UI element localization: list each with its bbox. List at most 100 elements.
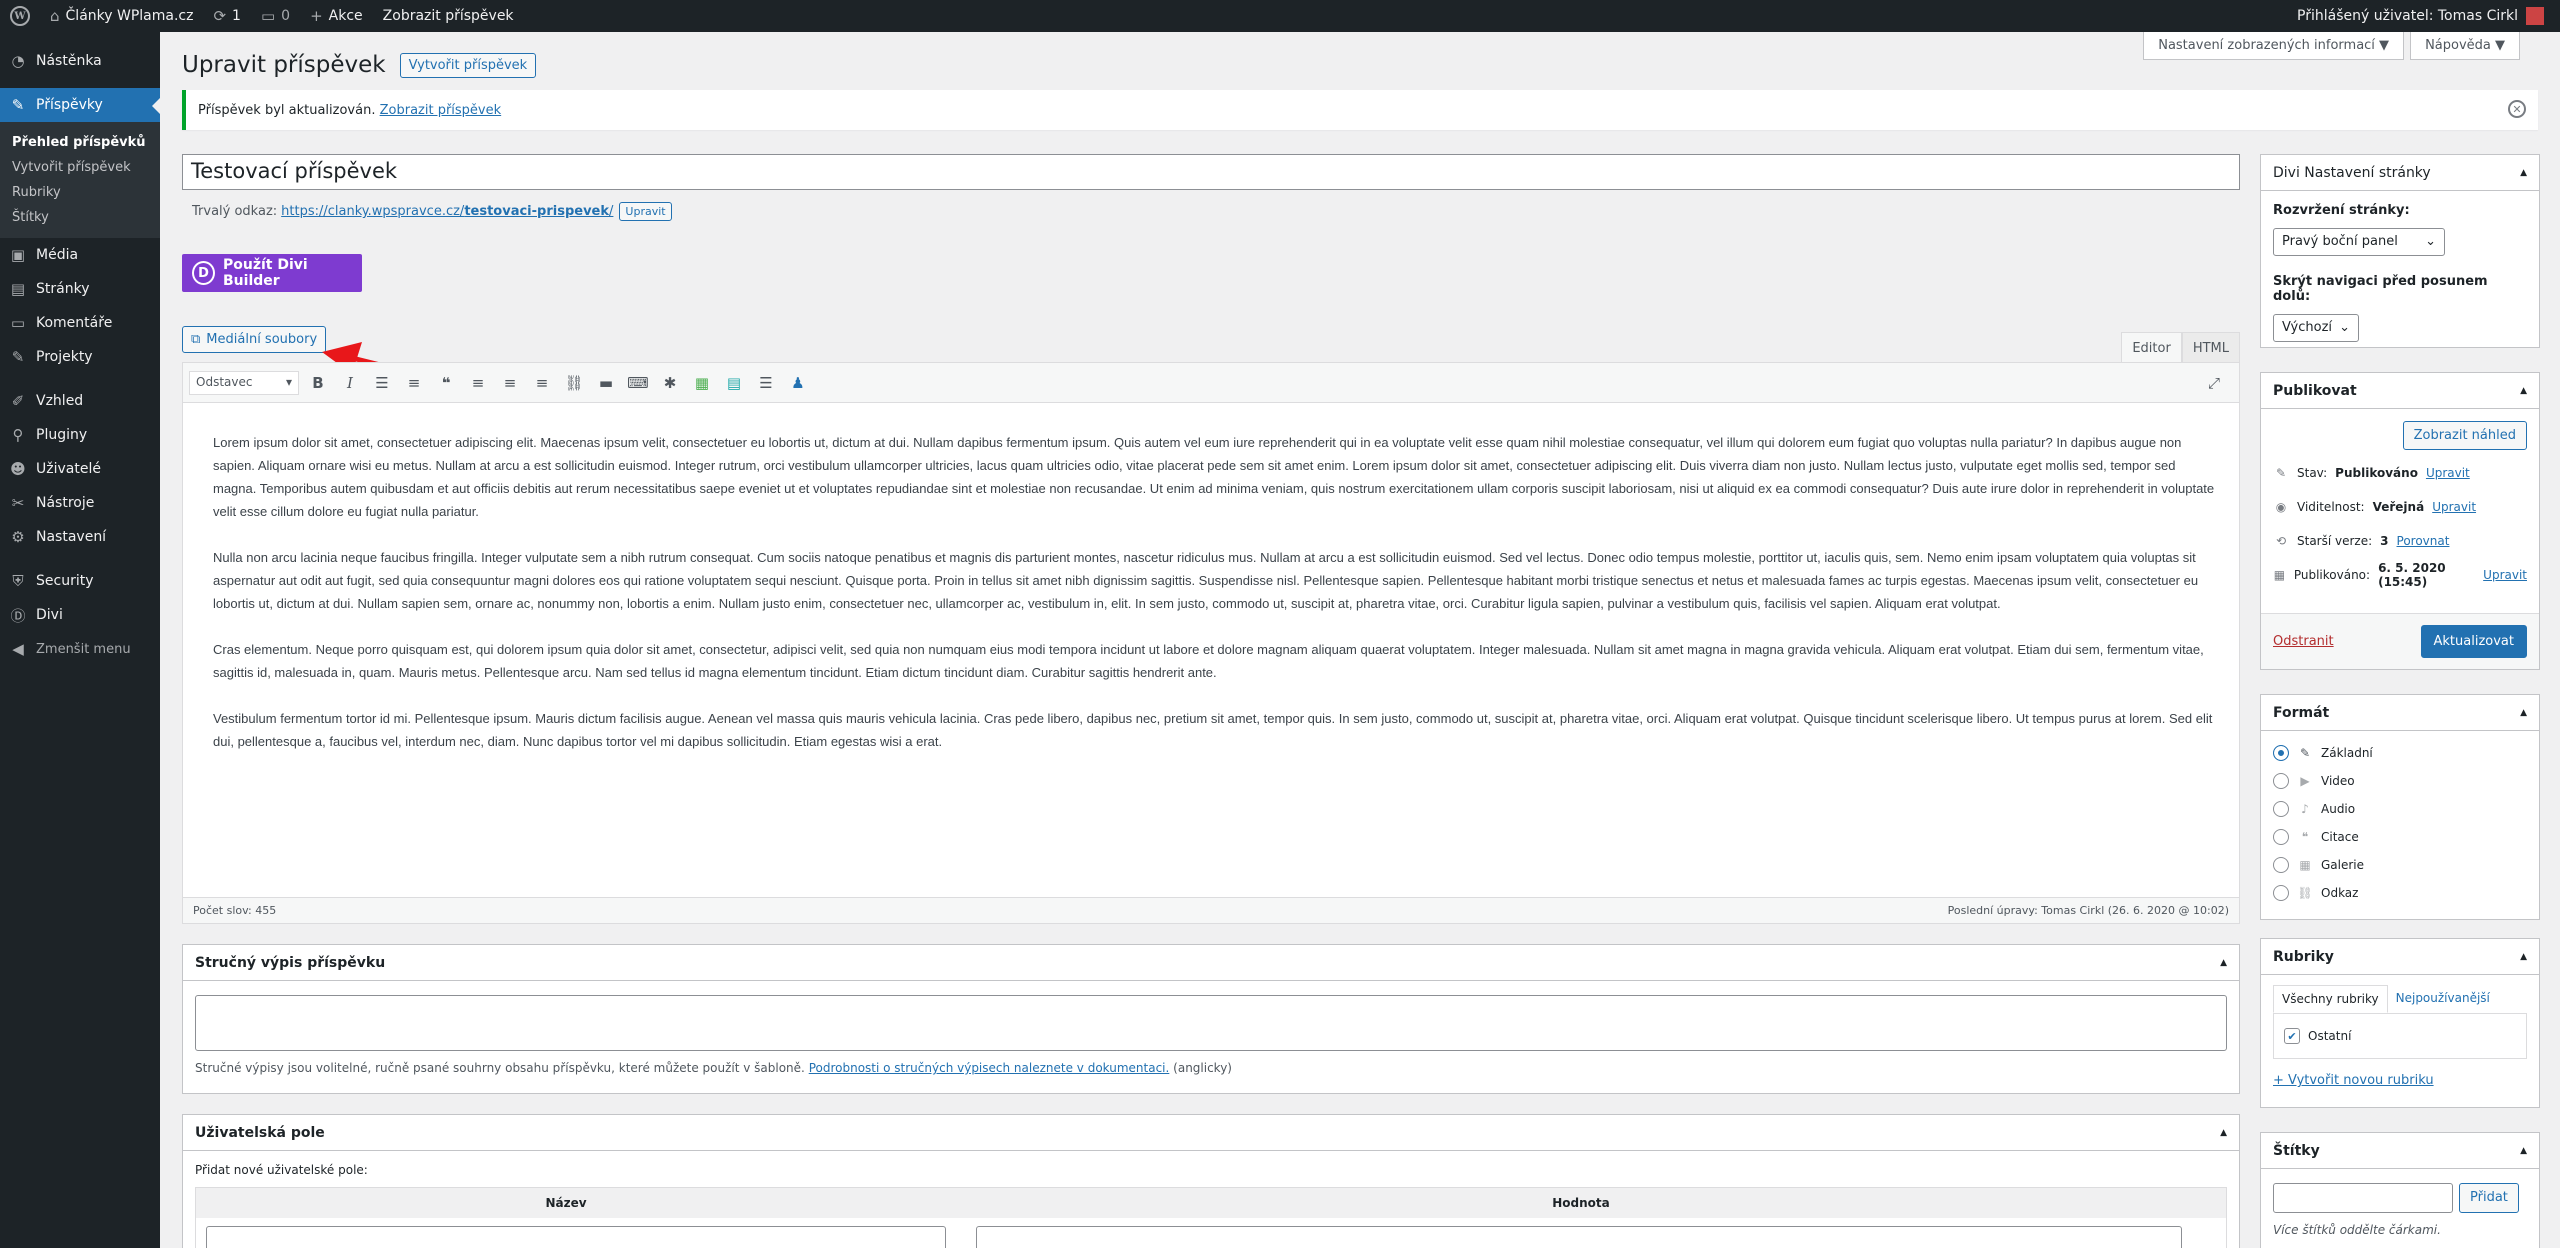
tags-header[interactable]: Štítky ▲ xyxy=(2261,1133,2539,1169)
bullet-list-icon[interactable]: ☰ xyxy=(369,370,395,396)
format-option-standard[interactable]: ✎ Základní xyxy=(2261,739,2539,767)
format-option-link[interactable]: ⛓ Odkaz xyxy=(2261,879,2539,907)
align-center-icon[interactable]: ≡ xyxy=(497,370,523,396)
updates-link[interactable]: ⟳ 1 xyxy=(203,0,251,32)
excerpt-docs-link[interactable]: Podrobnosti o stručných výpisech nalezne… xyxy=(809,1061,1170,1075)
sidebar-item-appearance[interactable]: ✐ Vzhled xyxy=(0,384,160,418)
divi-builder-button[interactable]: D Použít Divi Builder xyxy=(182,254,362,292)
post-title-input[interactable]: Testovací příspěvek xyxy=(182,154,2240,190)
add-media-button[interactable]: ⧉ Mediální soubory xyxy=(182,326,327,353)
collapse-icon[interactable]: ▲ xyxy=(2520,708,2527,718)
categories-header[interactable]: Rubriky ▲ xyxy=(2261,939,2539,975)
view-post-link[interactable]: Zobrazit příspěvek xyxy=(373,0,524,32)
sidebar-item-comments[interactable]: ▭ Komentáře xyxy=(0,306,160,340)
blockquote-icon[interactable]: ❝ xyxy=(433,370,459,396)
layout-icon[interactable]: ▤ xyxy=(721,370,747,396)
wp-logo-menu[interactable]: W xyxy=(0,0,40,32)
collapse-icon[interactable]: ▲ xyxy=(2520,168,2527,178)
numbered-list-icon[interactable]: ≡ xyxy=(401,370,427,396)
edit-date-link[interactable]: Upravit xyxy=(2483,568,2527,582)
category-checkbox[interactable]: ✔ xyxy=(2284,1028,2300,1044)
person-icon[interactable]: ♟ xyxy=(785,370,811,396)
dismiss-icon[interactable]: ✕ xyxy=(2508,100,2526,118)
bold-icon[interactable]: B xyxy=(305,370,331,396)
add-new-post-button[interactable]: Vytvořit příspěvek xyxy=(399,52,537,78)
radio-button[interactable] xyxy=(2273,857,2289,873)
sidebar-collapse-menu[interactable]: ◀ Zmenšit menu xyxy=(0,632,160,666)
format-select[interactable]: Odstavec ▾ xyxy=(189,370,299,395)
radio-button[interactable] xyxy=(2273,801,2289,817)
custom-fields-header[interactable]: Uživatelská pole ▲ xyxy=(183,1115,2239,1151)
collapse-icon[interactable]: ▲ xyxy=(2520,952,2527,962)
read-more-icon[interactable]: ▬ xyxy=(593,370,619,396)
edit-status-link[interactable]: Upravit xyxy=(2426,466,2470,480)
sidebar-item-pages[interactable]: ▤ Stránky xyxy=(0,272,160,306)
collapse-icon[interactable]: ▲ xyxy=(2520,1146,2527,1156)
excerpt-textarea[interactable] xyxy=(195,995,2227,1051)
submenu-item-add-new[interactable]: Vytvořit příspěvek xyxy=(0,155,160,180)
format-option-video[interactable]: ▶ Video xyxy=(2261,767,2539,795)
tab-html[interactable]: HTML xyxy=(2181,332,2240,365)
edit-permalink-button[interactable]: Upravit xyxy=(619,202,672,221)
sidebar-item-settings[interactable]: ⚙ Nastavení xyxy=(0,520,160,554)
edit-visibility-link[interactable]: Upravit xyxy=(2432,500,2476,514)
sidebar-item-divi[interactable]: Ⓓ Divi xyxy=(0,598,160,632)
update-button[interactable]: Aktualizovat xyxy=(2420,625,2527,658)
link-icon[interactable]: ⛓ xyxy=(561,370,587,396)
format-header[interactable]: Formát ▲ xyxy=(2261,695,2539,731)
format-option-quote[interactable]: ❝ Citace xyxy=(2261,823,2539,851)
add-tag-button[interactable]: Přidat xyxy=(2459,1183,2519,1213)
shortcode-icon[interactable]: ✱ xyxy=(657,370,683,396)
collapse-icon[interactable]: ▲ xyxy=(2220,1128,2227,1138)
tag-input[interactable] xyxy=(2273,1183,2453,1213)
compare-revisions-link[interactable]: Porovnat xyxy=(2397,534,2450,548)
format-option-gallery[interactable]: ▦ Galerie xyxy=(2261,851,2539,879)
publish-header[interactable]: Publikovat ▲ xyxy=(2261,373,2539,409)
preview-button[interactable]: Zobrazit náhled xyxy=(2402,421,2527,450)
sidebar-item-projects[interactable]: ✎ Projekty xyxy=(0,340,160,374)
hide-nav-select[interactable]: Výchozí ⌄ xyxy=(2273,314,2359,342)
divi-settings-header[interactable]: Divi Nastavení stránky ▲ xyxy=(2261,155,2539,191)
notice-view-post-link[interactable]: Zobrazit příspěvek xyxy=(380,103,502,118)
radio-button[interactable] xyxy=(2273,745,2289,761)
submenu-item-tags[interactable]: Štítky xyxy=(0,205,160,230)
submenu-item-categories[interactable]: Rubriky xyxy=(0,180,160,205)
radio-button[interactable] xyxy=(2273,829,2289,845)
align-left-icon[interactable]: ≡ xyxy=(465,370,491,396)
collapse-icon[interactable]: ▲ xyxy=(2220,958,2227,968)
move-to-trash-link[interactable]: Odstranit xyxy=(2273,634,2334,649)
toolbar-toggle-icon[interactable]: ⌨ xyxy=(625,370,651,396)
screen-options-button[interactable]: Nastavení zobrazených informací ▼ xyxy=(2143,32,2405,60)
sidebar-item-media[interactable]: ▣ Média xyxy=(0,238,160,272)
sidebar-item-dashboard[interactable]: ◔ Nástěnka xyxy=(0,44,160,78)
fullscreen-icon[interactable]: ⤢ xyxy=(2201,370,2227,396)
comments-link[interactable]: ▭ 0 xyxy=(251,0,300,32)
help-button[interactable]: Nápověda ▼ xyxy=(2410,32,2520,60)
my-account-link[interactable]: Přihlášený uživatel: Tomas Cirkl xyxy=(2297,7,2560,25)
submenu-item-all-posts[interactable]: Přehled příspěvků xyxy=(0,130,160,155)
editor-body[interactable]: Lorem ipsum dolor sit amet, consectetuer… xyxy=(183,403,2239,753)
collapse-icon[interactable]: ▲ xyxy=(2520,386,2527,396)
divider-icon[interactable]: ☰ xyxy=(753,370,779,396)
align-right-icon[interactable]: ≡ xyxy=(529,370,555,396)
radio-button[interactable] xyxy=(2273,885,2289,901)
sidebar-item-users[interactable]: ☻ Uživatelé xyxy=(0,452,160,486)
radio-button[interactable] xyxy=(2273,773,2289,789)
sidebar-item-security[interactable]: ⛨ Security xyxy=(0,564,160,598)
sidebar-item-plugins[interactable]: ⚲ Pluginy xyxy=(0,418,160,452)
add-category-link[interactable]: + Vytvořit novou rubriku xyxy=(2273,1073,2434,1088)
new-content-link[interactable]: + Akce xyxy=(300,0,373,32)
italic-icon[interactable]: I xyxy=(337,370,363,396)
blocks-icon[interactable]: ▦ xyxy=(689,370,715,396)
layout-select[interactable]: Pravý boční panel ⌄ xyxy=(2273,228,2445,256)
field-name-input[interactable] xyxy=(206,1226,946,1248)
tab-all-categories[interactable]: Všechny rubriky xyxy=(2273,985,2388,1013)
site-name-link[interactable]: ⌂ Články WPlama.cz xyxy=(40,0,203,32)
field-value-textarea[interactable] xyxy=(976,1226,2182,1248)
sidebar-item-tools[interactable]: ✂ Nástroje xyxy=(0,486,160,520)
permalink-link[interactable]: https://clanky.wpspravce.cz/testovaci-pr… xyxy=(281,204,613,219)
sidebar-item-posts[interactable]: ✎ Příspěvky xyxy=(0,88,160,122)
format-option-audio[interactable]: ♪ Audio xyxy=(2261,795,2539,823)
tab-visual[interactable]: Editor xyxy=(2121,332,2182,365)
excerpt-header[interactable]: Stručný výpis příspěvku ▲ xyxy=(183,945,2239,981)
